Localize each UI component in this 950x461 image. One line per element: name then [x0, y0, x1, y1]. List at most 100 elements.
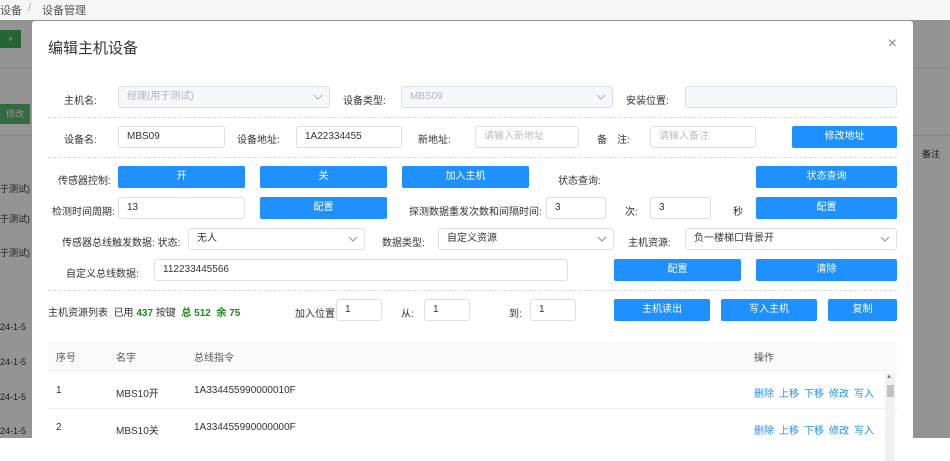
bus-trigger-state-label: 传感器总线触发数据: 状态: [62, 238, 181, 249]
used-label: 已用 [113, 308, 134, 319]
column-header-name: 名字 [116, 353, 136, 364]
join-host-button[interactable]: 加入主机 [402, 166, 529, 188]
from-input[interactable]: 1 [424, 299, 470, 321]
move-down-link[interactable]: 下移 [804, 426, 824, 437]
chevron-down-icon [597, 236, 607, 242]
detect-period-input[interactable]: 13 [118, 197, 245, 219]
note-label: 备 注: [597, 135, 630, 146]
trigger-state-select[interactable]: 无人 [188, 228, 365, 250]
device-type-value: MBS09 [410, 91, 443, 102]
resend-count-input[interactable]: 3 [546, 197, 606, 219]
host-name-label: 主机名: [64, 96, 97, 107]
row-name: MBS10关 [116, 426, 159, 437]
remaining-label: 余 [216, 308, 227, 319]
section-divider [48, 290, 897, 291]
to-input[interactable]: 1 [530, 299, 576, 321]
install-location-label: 安装位置: [626, 96, 669, 107]
row-name: MBS10开 [116, 389, 159, 400]
delete-link[interactable]: 删除 [754, 426, 774, 437]
column-header-actions: 操作 [754, 353, 774, 364]
remaining-count: 75 [229, 308, 241, 319]
table-row-divider [48, 408, 897, 409]
device-address-input[interactable]: 1A22334455 [296, 126, 402, 148]
table-divider [48, 370, 897, 371]
host-read-button[interactable]: 主机读出 [614, 299, 710, 321]
chevron-down-icon [348, 236, 358, 242]
period-config-button[interactable]: 配置 [260, 197, 387, 219]
total-count: 512 [194, 308, 211, 319]
breadcrumb-item[interactable]: 设备 [0, 2, 22, 18]
custom-bus-data-label: 自定义总线数据: [66, 269, 139, 280]
device-type-label: 设备类型: [343, 96, 386, 107]
row-actions: 删除 上移 下移 修改 写入 [754, 422, 879, 437]
close-icon[interactable]: × [888, 35, 897, 53]
column-header-index: 序号 [56, 353, 76, 364]
write-host-button[interactable]: 写入主机 [721, 299, 817, 321]
detect-period-label: 检测时间周期: [52, 207, 115, 218]
sensor-off-button[interactable]: 关 [260, 166, 387, 188]
note-input[interactable]: 请输入备注 [650, 126, 756, 148]
install-location-input[interactable] [685, 86, 897, 108]
dialog-title: 编辑主机设备 [48, 40, 139, 57]
scroll-up-arrow-icon[interactable]: ▲ [886, 374, 892, 380]
delete-link[interactable]: 删除 [754, 389, 774, 400]
join-position-label: 加入位置 [295, 309, 335, 320]
resource-summary: 主机资源列表 已用 437 按键 总 512 余 75 [48, 304, 240, 319]
row-index: 1 [56, 385, 62, 396]
row-command: 1A334455990000010F [194, 385, 296, 396]
new-address-input[interactable]: 请输入新地址 [475, 126, 579, 148]
times-label: 次: [625, 207, 638, 218]
used-count: 437 [136, 308, 154, 319]
section-divider [48, 157, 897, 158]
modify-address-button[interactable]: 修改地址 [792, 126, 897, 148]
sensor-on-button[interactable]: 开 [118, 166, 245, 188]
clear-button[interactable]: 清除 [756, 259, 897, 281]
resend-interval-input[interactable]: 3 [650, 197, 711, 219]
move-down-link[interactable]: 下移 [804, 389, 824, 400]
row-actions: 删除 上移 下移 修改 写入 [754, 385, 879, 400]
device-name-input[interactable]: MBS09 [118, 126, 225, 148]
trigger-state-value: 无人 [197, 233, 217, 244]
background-breadcrumb-bar: 设备 / 设备管理 [0, 0, 950, 20]
total-label: 总 [181, 308, 192, 319]
scrollbar-thumb[interactable] [887, 385, 894, 397]
move-up-link[interactable]: 上移 [779, 389, 799, 400]
bus-config-button[interactable]: 配置 [614, 259, 741, 281]
edit-link[interactable]: 修改 [829, 426, 849, 437]
breadcrumb-separator: / [28, 2, 32, 14]
sensor-control-label: 传感器控制: [58, 176, 111, 187]
resend-config-button[interactable]: 配置 [756, 197, 897, 219]
device-name-label: 设备名: [64, 135, 97, 146]
chevron-down-icon [313, 94, 323, 100]
host-name-select[interactable]: 经理(用于测试) [118, 86, 330, 108]
edit-host-device-dialog: 编辑主机设备 × 主机名: 经理(用于测试) 设备类型: MBS09 安装位置:… [32, 21, 913, 461]
join-position-input[interactable]: 1 [336, 299, 382, 321]
key-label: 按键 [155, 308, 176, 319]
resend-count-label: 探测数据重发次数和间隔时间: [409, 207, 542, 218]
column-header-command: 总线指令 [194, 353, 234, 364]
host-resource-select[interactable]: 负一楼梯口背景开 [685, 228, 897, 250]
data-type-select[interactable]: 自定义资源 [438, 228, 614, 250]
write-link[interactable]: 写入 [854, 389, 874, 400]
section-divider [48, 117, 897, 118]
chevron-down-icon [596, 94, 606, 100]
status-query-label: 状态查询: [558, 176, 601, 187]
data-type-label: 数据类型: [382, 238, 425, 249]
row-index: 2 [56, 422, 62, 433]
write-link[interactable]: 写入 [854, 426, 874, 437]
host-resource-value: 负一楼梯口背景开 [694, 233, 774, 244]
edit-link[interactable]: 修改 [829, 389, 849, 400]
from-label: 从: [401, 309, 414, 320]
host-name-value: 经理(用于测试) [127, 91, 194, 102]
breadcrumb-current: 设备管理 [42, 5, 86, 17]
copy-button[interactable]: 复制 [828, 299, 897, 321]
status-query-button[interactable]: 状态查询 [756, 166, 897, 188]
seconds-label: 秒 [733, 207, 743, 218]
data-type-value: 自定义资源 [447, 233, 497, 244]
device-type-select[interactable]: MBS09 [401, 86, 613, 108]
row-command: 1A334455990000000F [194, 422, 296, 433]
custom-bus-data-input[interactable]: 112233445566 [154, 259, 568, 281]
new-address-label: 新地址: [418, 135, 451, 146]
host-resource-label: 主机资源: [628, 238, 671, 249]
move-up-link[interactable]: 上移 [779, 426, 799, 437]
